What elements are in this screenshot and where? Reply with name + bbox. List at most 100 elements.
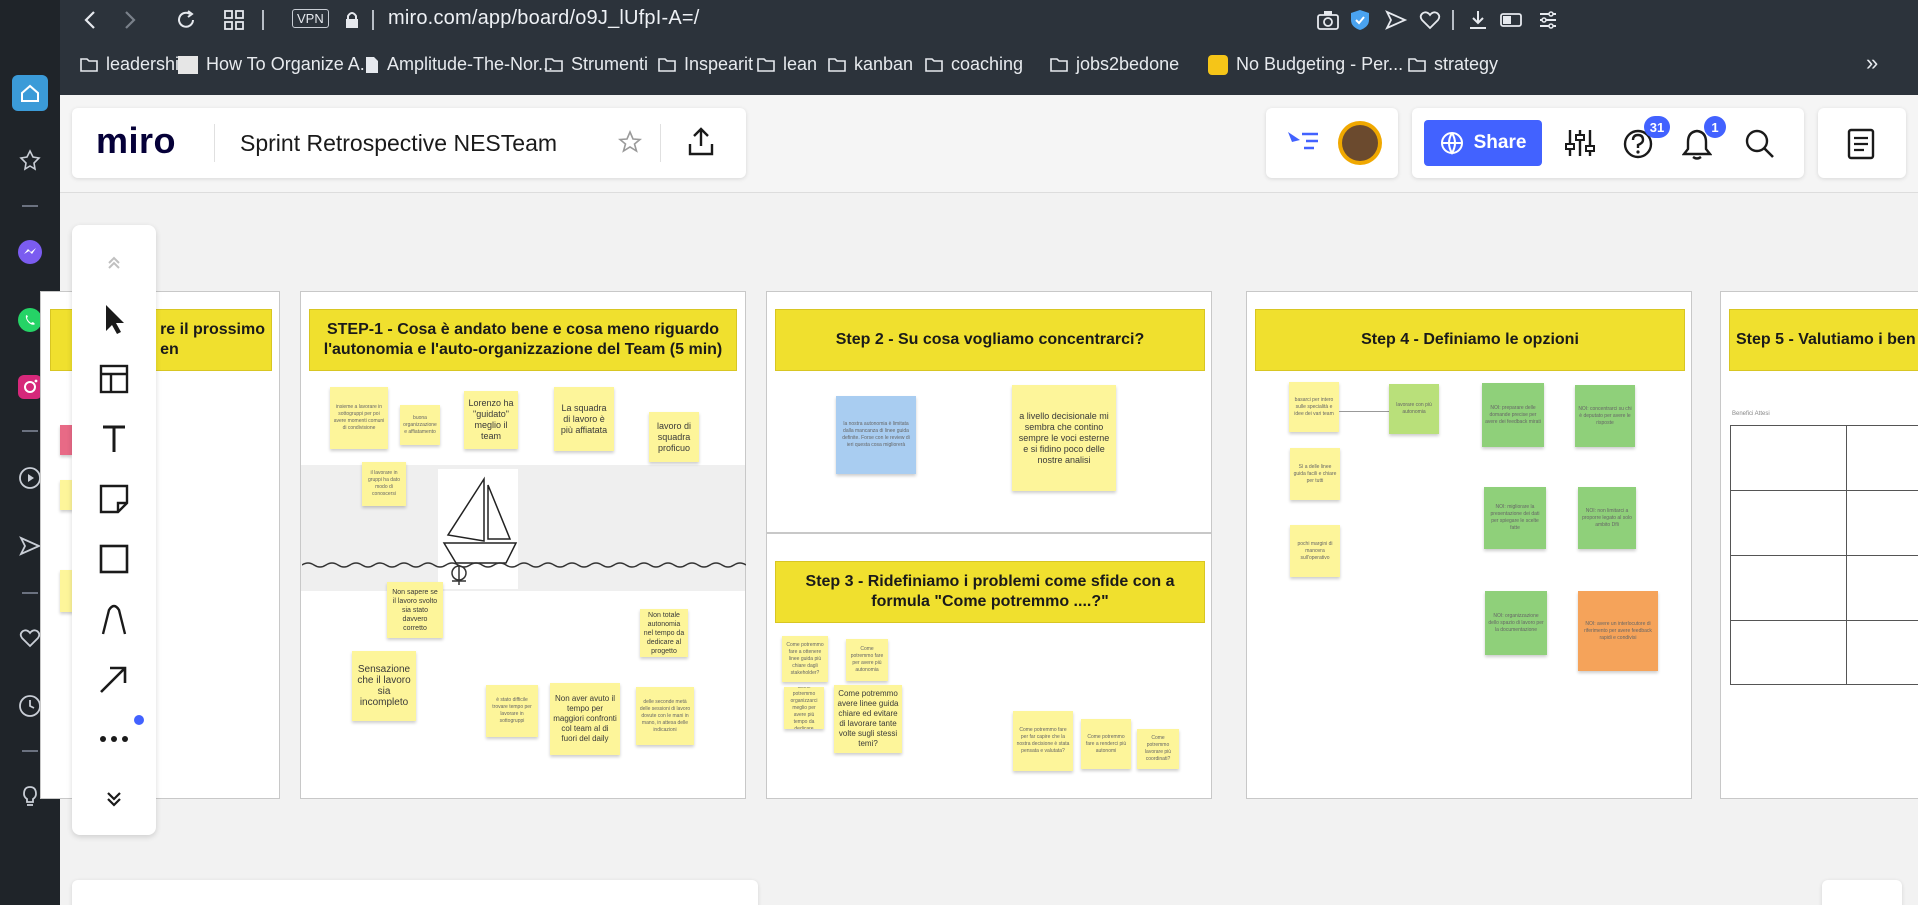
sticky-note[interactable]: la nostra autonomia è limitata dalla man… xyxy=(836,396,916,474)
camera-icon[interactable] xyxy=(1314,6,1342,34)
sticky-note[interactable]: Non aver avuto il tempo per maggiori con… xyxy=(550,683,620,755)
sticky-note[interactable]: NOI: migliorare la presentazione dei dat… xyxy=(1484,487,1546,549)
collapse-down-icon[interactable] xyxy=(94,779,134,819)
sticky-note[interactable]: Come potremmo fare per avere più autonom… xyxy=(846,639,888,681)
arrow-tool-icon[interactable] xyxy=(94,659,134,699)
favicon-icon xyxy=(1208,54,1228,75)
bookmark-jobs2bedone[interactable]: jobs2bedone xyxy=(1050,54,1179,75)
notes-list-icon[interactable] xyxy=(1846,128,1876,165)
messenger-icon[interactable] xyxy=(12,234,48,270)
miro-logo[interactable]: miro xyxy=(96,120,176,162)
sticky-note[interactable]: Come potremmo organizzarci meglio per av… xyxy=(784,687,824,729)
bookmark-coaching[interactable]: coaching xyxy=(925,54,1023,75)
bookmarks-overflow-button[interactable]: » xyxy=(1866,50,1878,76)
miro-board-canvas[interactable]: re il prossimo en STEP-1 - Cosa è andato… xyxy=(40,95,1918,905)
settings-menu-icon[interactable] xyxy=(1534,6,1562,34)
more-tools-icon[interactable] xyxy=(94,719,134,759)
battery-icon[interactable] xyxy=(1498,6,1526,34)
settings-sliders-icon[interactable] xyxy=(1564,128,1596,163)
share-button[interactable]: Share xyxy=(1424,120,1542,166)
sticky-note[interactable]: il lavorare in gruppi ha dato modo di co… xyxy=(362,462,406,506)
pen-tool-icon[interactable] xyxy=(94,599,134,639)
sticky-note[interactable]: La squadra di lavoro è più affiatata xyxy=(554,387,614,451)
star-icon[interactable] xyxy=(617,129,643,159)
sticky-note[interactable]: basarci per intero sulle specialità e id… xyxy=(1289,382,1339,432)
templates-icon[interactable] xyxy=(94,359,134,399)
folder-icon xyxy=(80,58,98,72)
bookmark-kanban[interactable]: kanban xyxy=(828,54,913,75)
sticky-note[interactable]: NOI: organizzazione dello spazio di lavo… xyxy=(1485,591,1547,655)
shape-tool-icon[interactable] xyxy=(94,539,134,579)
bookmark-no-budgeting[interactable]: No Budgeting - Per... xyxy=(1208,54,1403,75)
bookmark-how-to-organize[interactable]: How To Organize A... xyxy=(178,54,375,75)
board-title[interactable]: Sprint Retrospective NESTeam xyxy=(240,130,557,157)
frame-step-2-header: Step 2 - Su cosa vogliamo concentrarci? xyxy=(775,309,1205,371)
sticky-note[interactable]: lavoro di squadra proficuo xyxy=(649,412,699,462)
sticky-note[interactable]: NOI: concentrarci su chi è deputato per … xyxy=(1575,385,1635,447)
sticky-note[interactable]: Lorenzo ha "guidato" meglio il team xyxy=(464,391,518,449)
pink-note[interactable] xyxy=(60,425,72,455)
sticky-note[interactable]: pochi margini di manovra sull'operativo xyxy=(1290,525,1340,577)
vpn-badge[interactable]: VPN xyxy=(292,9,329,28)
sticky-note[interactable]: buona organizzazione e affiatamento xyxy=(400,405,440,445)
reload-icon[interactable] xyxy=(172,6,200,34)
sticky-note[interactable]: Come potremmo fare per far capire che la… xyxy=(1013,711,1073,771)
bookmark-amplitude[interactable]: Amplitude-The-Nor... xyxy=(365,54,553,75)
bookmark-leadership[interactable]: leadership xyxy=(80,54,189,75)
sticky-note[interactable]: delle seconde metà delle sessioni di lav… xyxy=(636,687,694,745)
send-icon[interactable] xyxy=(1382,6,1410,34)
collaborators-bar xyxy=(1266,108,1398,178)
collapse-up-icon[interactable] xyxy=(94,243,134,283)
sticky-note[interactable]: NOI: non limitarci a proporre legato al … xyxy=(1578,487,1636,549)
sticky-note[interactable]: è stato difficile trovare tempo per lavo… xyxy=(486,685,538,737)
bookmark-inspearit[interactable]: Inspearit xyxy=(658,54,753,75)
heart-icon[interactable] xyxy=(1416,6,1444,34)
download-icon[interactable] xyxy=(1464,6,1492,34)
bookmark-strumenti[interactable]: Strumenti xyxy=(545,54,648,75)
text-tool-icon[interactable] xyxy=(94,419,134,459)
sticky-note[interactable]: Sì a delle linee guida facili e chiare p… xyxy=(1290,448,1340,500)
search-icon[interactable] xyxy=(1744,128,1776,165)
bottom-toolbar[interactable] xyxy=(72,880,758,905)
folder-icon xyxy=(828,58,846,72)
tabs-grid-icon[interactable] xyxy=(220,6,248,34)
select-cursor-icon[interactable] xyxy=(94,299,134,339)
sticky-note[interactable]: Come potremmo avere linee guida chiare e… xyxy=(834,685,902,753)
sticky-note[interactable]: Non totale autonomia nel tempo da dedica… xyxy=(640,609,688,657)
sticky-note[interactable]: Sensazione che il lavoro sia incompleto xyxy=(352,651,416,721)
lock-icon[interactable] xyxy=(338,6,366,34)
frame-step-1-header: STEP-1 - Cosa è andato bene e cosa meno … xyxy=(309,309,737,371)
url-field[interactable]: miro.com/app/board/o9J_lUfpI-A=/ xyxy=(388,7,700,30)
sticky-note[interactable]: Come potremmo lavorare più coordinati? xyxy=(1137,729,1179,769)
avatar[interactable] xyxy=(1338,121,1382,165)
bookmark-strategy[interactable]: strategy xyxy=(1408,54,1498,75)
frame-step-3-header: Step 3 - Ridefiniamo i problemi come sfi… xyxy=(775,561,1205,623)
reactions-icon[interactable] xyxy=(1286,128,1320,163)
divider xyxy=(214,124,215,162)
bookmark-lean[interactable]: lean xyxy=(757,54,817,75)
bookmarks-bar: leadership How To Organize A... Amplitud… xyxy=(60,40,1918,95)
shield-icon[interactable] xyxy=(1346,6,1374,34)
new-tools-dot xyxy=(134,715,144,725)
sticky-note[interactable]: Come potremmo fare a ottenere linee guid… xyxy=(782,636,828,682)
sticky-note[interactable]: Come potremmo fare a renderci più autono… xyxy=(1081,719,1131,769)
sticky-note[interactable]: Non sapere se il lavoro svolto sia stato… xyxy=(387,582,443,638)
speed-dial-icon[interactable] xyxy=(12,142,48,178)
sticky-note-icon[interactable] xyxy=(94,479,134,519)
notification-badge: 1 xyxy=(1704,116,1726,138)
home-icon[interactable] xyxy=(12,75,48,111)
frame-step-5-header: Step 5 - Valutiamo i ben xyxy=(1729,309,1918,371)
avatar-photo xyxy=(1342,125,1378,161)
sticky-note[interactable]: a livello decisionale mi sembra che cont… xyxy=(1012,385,1116,491)
bottom-right-panel[interactable] xyxy=(1822,880,1902,905)
sticky-note[interactable]: NOI: avere un interlocutore di riferimen… xyxy=(1578,591,1658,671)
sticky-note[interactable]: NOI: preparare delle domande precise per… xyxy=(1482,383,1544,447)
page-thumb-icon xyxy=(178,55,198,74)
frame-divider xyxy=(767,532,1211,534)
board-title-bar: miro Sprint Retrospective NESTeam xyxy=(72,108,746,178)
forward-icon[interactable] xyxy=(116,6,144,34)
back-icon[interactable] xyxy=(76,6,104,34)
sticky-note[interactable]: lavorare con più autonomia xyxy=(1389,384,1439,434)
sticky-note[interactable]: insieme a lavorare in sottogruppi per po… xyxy=(330,387,388,449)
export-icon[interactable] xyxy=(686,126,716,163)
